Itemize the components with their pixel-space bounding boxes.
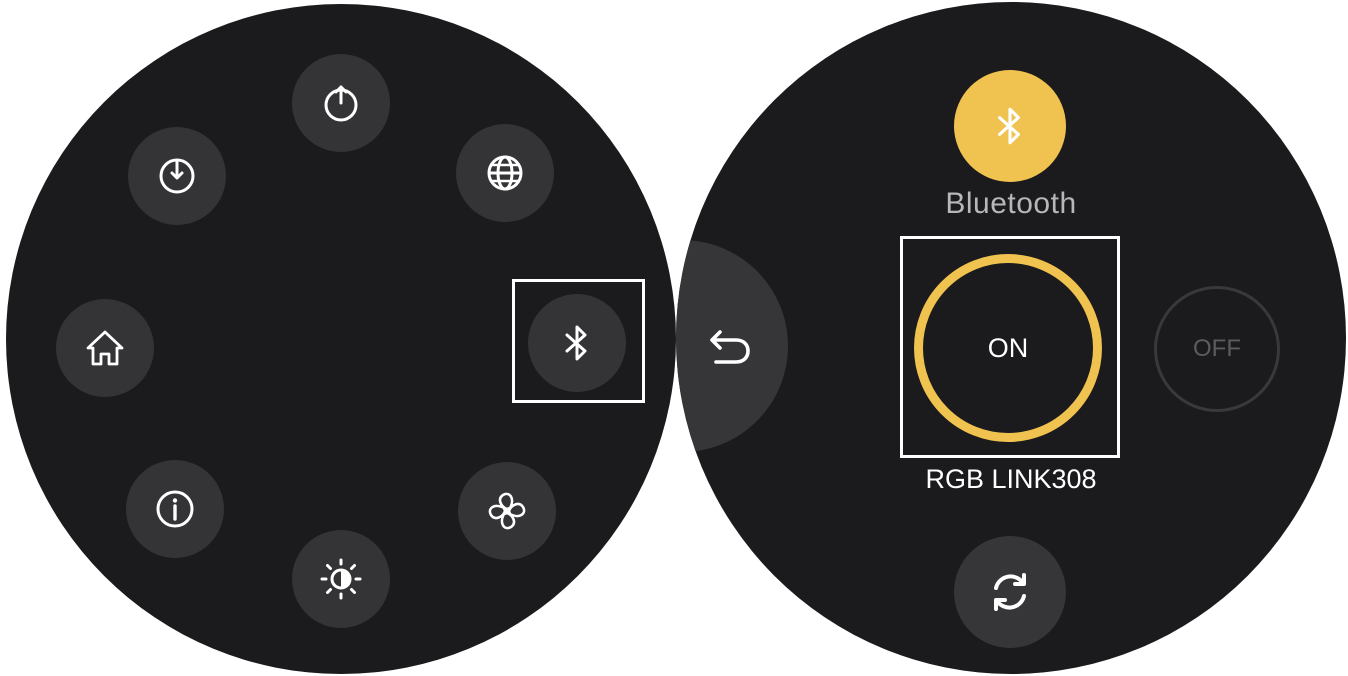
back-arrow-icon[interactable]	[706, 324, 756, 368]
off-label: OFF	[1193, 335, 1241, 362]
power-down-icon	[159, 158, 195, 194]
main-menu-dial	[6, 4, 676, 674]
globe-icon	[487, 155, 523, 191]
bluetooth-on-toggle[interactable]: ON	[914, 254, 1102, 442]
info-icon	[156, 490, 194, 528]
bluetooth-button[interactable]	[528, 294, 626, 392]
page-title: Bluetooth	[945, 187, 1077, 220]
power-up-icon	[324, 85, 358, 122]
bluetooth-icon	[997, 107, 1020, 145]
fan-button[interactable]	[458, 462, 556, 560]
brightness-button[interactable]	[292, 530, 390, 628]
bluetooth-icon	[565, 325, 587, 361]
on-label: ON	[987, 332, 1029, 363]
info-button[interactable]	[126, 460, 224, 558]
refresh-button[interactable]	[954, 536, 1066, 648]
home-icon	[86, 330, 124, 366]
brightness-icon	[320, 558, 362, 600]
power-up-button[interactable]	[292, 54, 390, 152]
network-button[interactable]	[456, 124, 554, 222]
bluetooth-settings-dial: Bluetooth ON OFF RGB LINK308	[676, 2, 1346, 674]
device-name: RGB LINK308	[925, 464, 1097, 494]
home-button[interactable]	[56, 299, 154, 397]
bluetooth-off-toggle[interactable]: OFF	[1154, 286, 1280, 412]
bluetooth-header-icon	[954, 70, 1066, 182]
fan-icon	[488, 492, 526, 530]
refresh-icon	[994, 573, 1026, 611]
power-down-button[interactable]	[128, 127, 226, 225]
